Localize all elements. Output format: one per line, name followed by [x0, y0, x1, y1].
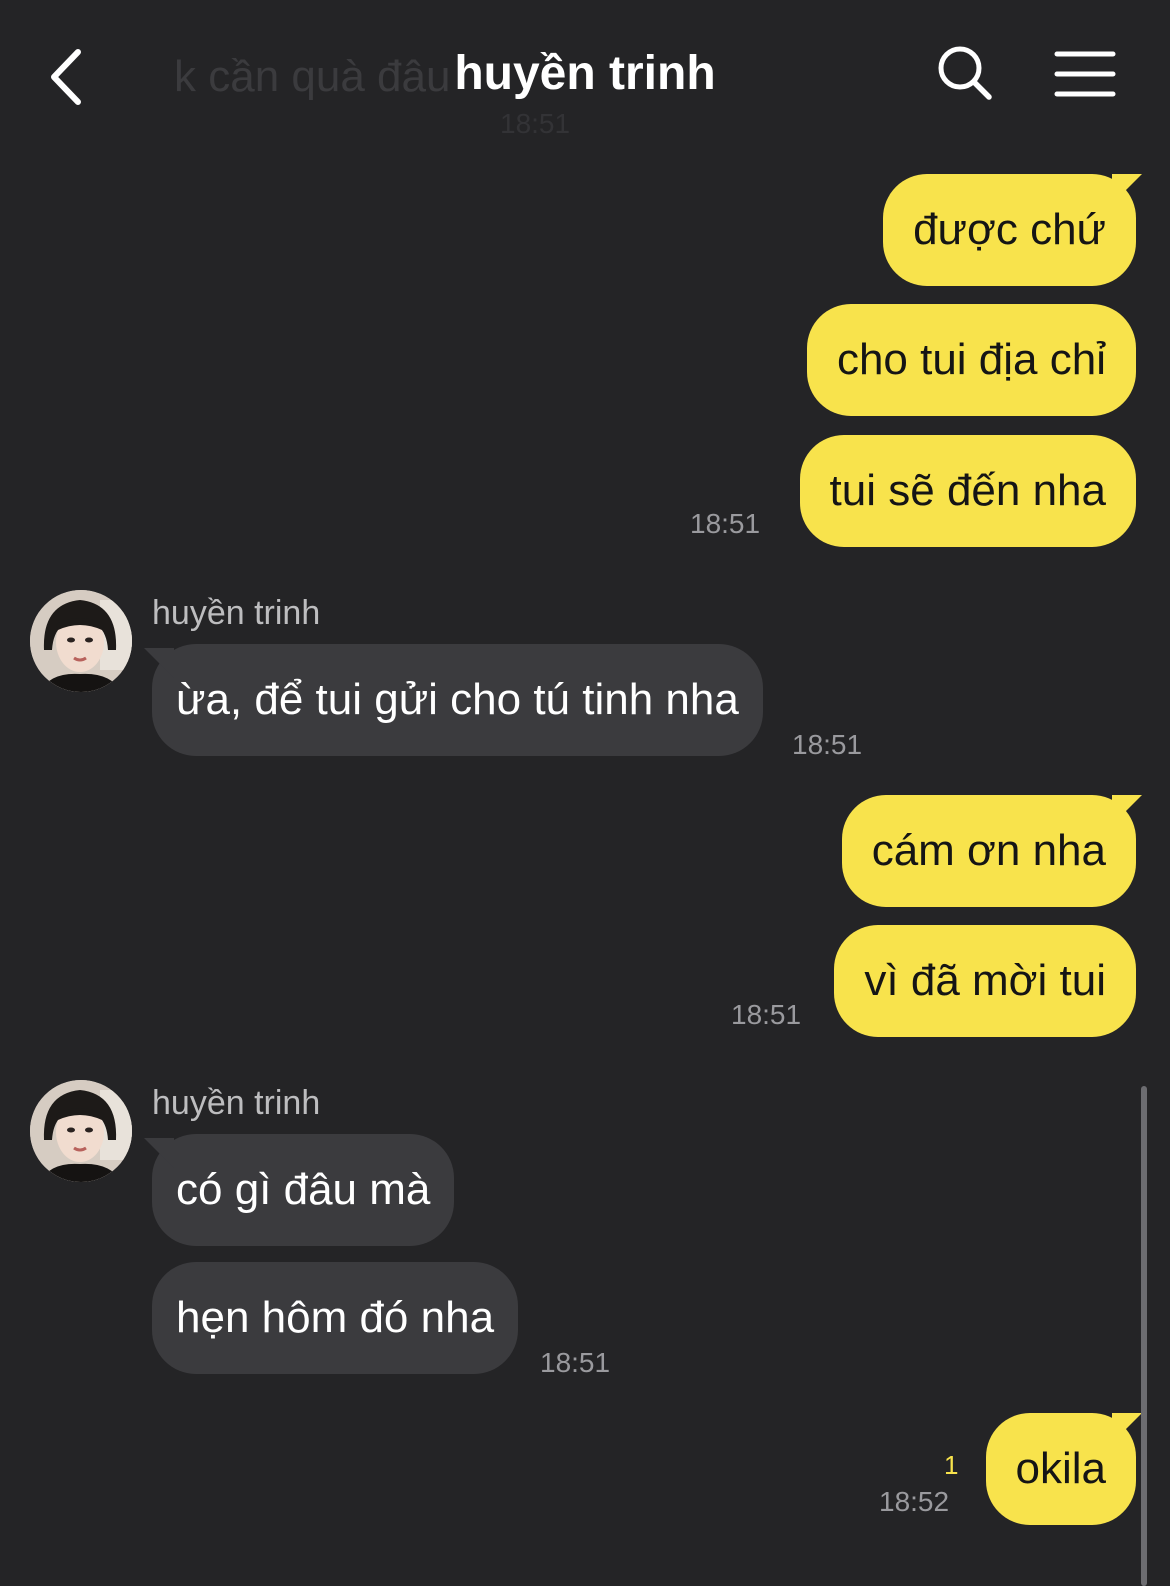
message-timestamp: 18:51 — [540, 1347, 611, 1378]
received-message-bubble[interactable]: hẹn hôm đó nha — [152, 1262, 519, 1374]
hamburger-menu-icon — [1054, 51, 1116, 97]
sent-message-bubble[interactable]: cho tui địa chỉ — [806, 304, 1136, 416]
sent-message-bubble[interactable]: tui sẽ đến nha — [799, 435, 1136, 547]
unread-count-badge: 1 — [944, 1450, 959, 1480]
avatar-photo — [30, 590, 132, 692]
message-timestamp: 18:51 — [731, 999, 802, 1030]
sent-message-bubble[interactable]: được chứ — [883, 174, 1136, 286]
message-timestamp: 18:52 — [879, 1486, 950, 1517]
chat-header: k cần quà đâu 18:51 huyền trinh — [0, 0, 1170, 150]
ghost-preview-time: 18:51 — [500, 108, 571, 139]
contact-avatar[interactable] — [30, 1080, 132, 1182]
sent-message-bubble[interactable]: cám ơn nha — [841, 795, 1136, 907]
contact-avatar[interactable] — [30, 590, 132, 692]
received-message-bubble[interactable]: có gì đâu mà — [152, 1134, 455, 1246]
scrollbar[interactable] — [1141, 1086, 1147, 1586]
search-button[interactable] — [936, 44, 996, 104]
sent-message-bubble[interactable]: okila — [985, 1413, 1136, 1525]
received-message-bubble[interactable]: ừa, để tui gửi cho tú tinh nha — [152, 644, 763, 756]
sent-message-bubble[interactable]: vì đã mời tui — [834, 925, 1136, 1037]
message-timestamp: 18:51 — [792, 729, 863, 760]
message-timestamp: 18:51 — [690, 508, 761, 539]
avatar-photo — [30, 1080, 132, 1182]
sender-name: huyền trinh — [152, 594, 321, 632]
sender-name: huyền trinh — [152, 1084, 321, 1122]
search-icon — [938, 46, 992, 100]
menu-button[interactable] — [1054, 50, 1116, 100]
